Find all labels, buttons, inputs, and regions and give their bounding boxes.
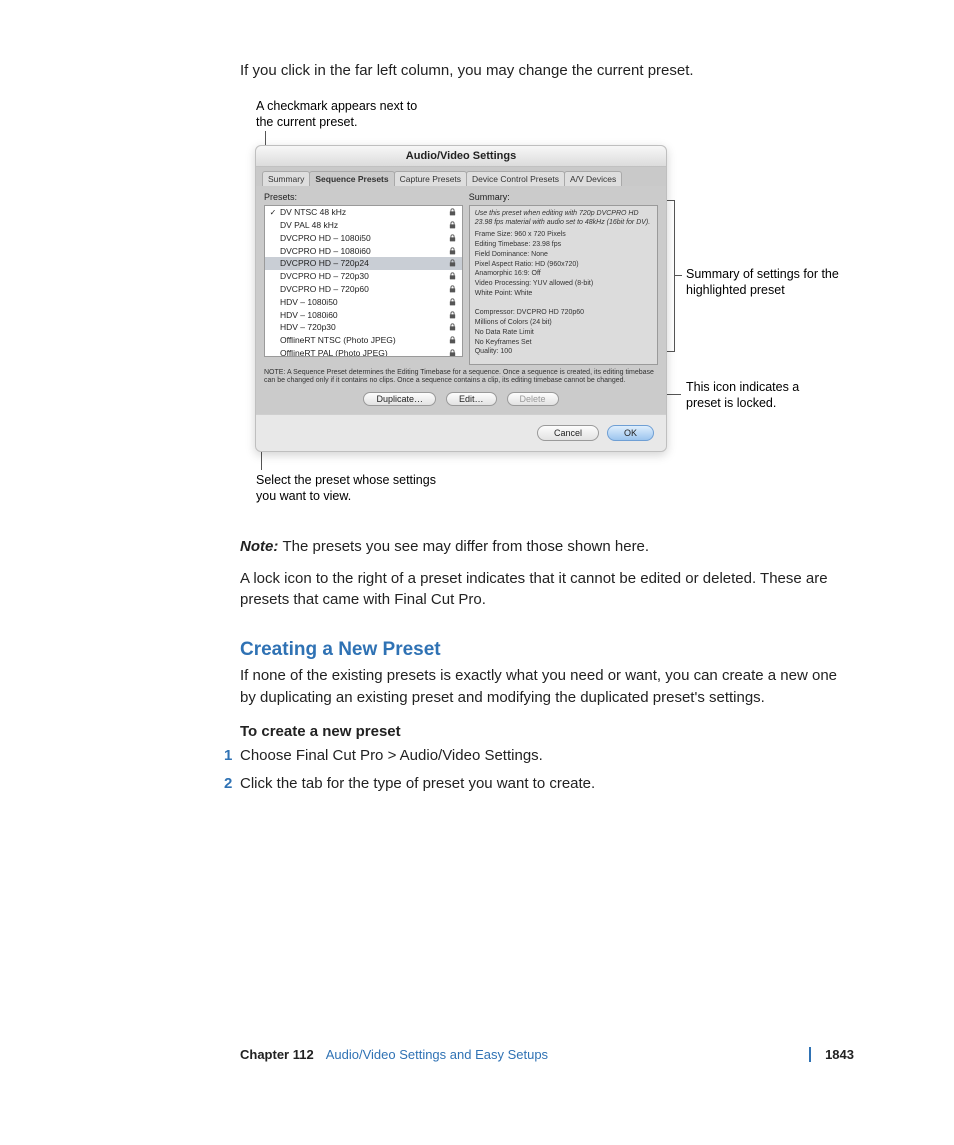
cancel-button[interactable]: Cancel xyxy=(537,425,599,441)
lock-icon xyxy=(449,349,459,357)
lock-icon xyxy=(449,247,459,255)
footer-chapter: Chapter 112 xyxy=(240,1047,314,1062)
callout-top: A checkmark appears next to the current … xyxy=(256,98,426,131)
lock-icon xyxy=(449,311,459,319)
preset-row[interactable]: OfflineRT PAL (Photo JPEG) xyxy=(265,347,462,357)
lock-icon xyxy=(449,285,459,293)
summary-line: Millions of Colors (24 bit) xyxy=(475,319,652,328)
edit-button[interactable]: Edit… xyxy=(446,392,497,406)
preset-row[interactable]: DVCPRO HD – 720p30 xyxy=(265,270,462,283)
dialog-note: NOTE: A Sequence Preset determines the E… xyxy=(264,369,658,386)
tab-bar: SummarySequence PresetsCapture PresetsDe… xyxy=(256,167,666,186)
delete-button: Delete xyxy=(507,392,559,406)
tab-capture-presets[interactable]: Capture Presets xyxy=(394,171,467,186)
intro-text: If you click in the far left column, you… xyxy=(240,60,854,82)
lock-icon xyxy=(449,298,459,306)
summary-box: Use this preset when editing with 720p D… xyxy=(469,205,658,365)
preset-row[interactable]: HDV – 1080i50 xyxy=(265,295,462,308)
tab-a-v-devices[interactable]: A/V Devices xyxy=(564,171,622,186)
dialog-title: Audio/Video Settings xyxy=(256,146,666,167)
footer-page-number: 1843 xyxy=(809,1047,854,1062)
footer-title: Audio/Video Settings and Easy Setups xyxy=(326,1047,548,1062)
summary-line: Video Processing: YUV allowed (8-bit) xyxy=(475,280,652,289)
note-body: The presets you see may differ from thos… xyxy=(283,538,650,555)
duplicate-button[interactable]: Duplicate… xyxy=(363,392,436,406)
preset-name: OfflineRT NTSC (Photo JPEG) xyxy=(278,335,449,345)
page-footer: Chapter 112 Audio/Video Settings and Eas… xyxy=(0,1047,954,1062)
lock-paragraph: A lock icon to the right of a preset ind… xyxy=(240,568,854,612)
task-heading: To create a new preset xyxy=(240,723,854,740)
preset-row[interactable]: DVCPRO HD – 1080i50 xyxy=(265,231,462,244)
preset-row[interactable]: DVCPRO HD – 720p24 xyxy=(265,257,462,270)
lock-icon xyxy=(449,323,459,331)
summary-line xyxy=(475,300,652,309)
preset-name: HDV – 1080i60 xyxy=(278,310,449,320)
preset-name: HDV – 1080i50 xyxy=(278,297,449,307)
summary-line: No Keyframes Set xyxy=(475,339,652,348)
preset-name: OfflineRT PAL (Photo JPEG) xyxy=(278,348,449,357)
summary-line: Field Dominance: None xyxy=(475,251,652,260)
tab-device-control-presets[interactable]: Device Control Presets xyxy=(466,171,565,186)
callout-lock: This icon indicates a preset is locked. xyxy=(686,379,836,412)
callout-line xyxy=(674,275,682,276)
step: 1Choose Final Cut Pro > Audio/Video Sett… xyxy=(240,744,854,768)
preset-name: DV PAL 48 kHz xyxy=(278,220,449,230)
preset-row[interactable]: HDV – 720p30 xyxy=(265,321,462,334)
callout-summary: Summary of settings for the highlighted … xyxy=(686,266,846,299)
step: 2Click the tab for the type of preset yo… xyxy=(240,772,854,796)
preset-row[interactable]: DVCPRO HD – 720p60 xyxy=(265,283,462,296)
summary-line: White Point: White xyxy=(475,290,652,299)
section-paragraph: If none of the existing presets is exact… xyxy=(240,665,854,709)
summary-line: Compressor: DVCPRO HD 720p60 xyxy=(475,309,652,318)
lock-icon xyxy=(449,336,459,344)
summary-label: Summary: xyxy=(469,192,658,202)
presets-list[interactable]: ✓DV NTSC 48 kHzDV PAL 48 kHzDVCPRO HD – … xyxy=(264,205,463,357)
lock-icon xyxy=(449,259,459,267)
lock-icon xyxy=(449,208,459,216)
lock-icon xyxy=(449,221,459,229)
av-settings-dialog: Audio/Video Settings SummarySequence Pre… xyxy=(255,145,667,452)
section-heading: Creating a New Preset xyxy=(240,639,854,661)
preset-row[interactable]: HDV – 1080i60 xyxy=(265,308,462,321)
preset-name: DVCPRO HD – 720p30 xyxy=(278,271,449,281)
summary-line: Quality: 100 xyxy=(475,348,652,357)
steps-list: 1Choose Final Cut Pro > Audio/Video Sett… xyxy=(240,744,854,796)
callout-bottom: Select the preset whose settings you wan… xyxy=(256,472,436,505)
preset-name: DVCPRO HD – 1080i60 xyxy=(278,246,449,256)
presets-label: Presets: xyxy=(264,192,463,202)
preset-row[interactable]: OfflineRT NTSC (Photo JPEG) xyxy=(265,334,462,347)
preset-name: DV NTSC 48 kHz xyxy=(278,207,449,217)
tab-sequence-presets[interactable]: Sequence Presets xyxy=(309,171,394,186)
note-paragraph: Note: The presets you see may differ fro… xyxy=(240,536,854,558)
summary-line: Frame Size: 960 x 720 Pixels xyxy=(475,231,652,240)
preset-name: HDV – 720p30 xyxy=(278,322,449,332)
preset-row[interactable]: DVCPRO HD – 1080i60 xyxy=(265,244,462,257)
bracket-summary xyxy=(666,200,675,352)
summary-line: No Data Rate Limit xyxy=(475,329,652,338)
step-number: 2 xyxy=(224,772,232,796)
lock-icon xyxy=(449,272,459,280)
summary-line: Editing Timebase: 23.98 fps xyxy=(475,241,652,250)
preset-row[interactable]: DV PAL 48 kHz xyxy=(265,219,462,232)
preset-name: DVCPRO HD – 720p24 xyxy=(278,258,449,268)
ok-button[interactable]: OK xyxy=(607,425,654,441)
preset-name: DVCPRO HD – 720p60 xyxy=(278,284,449,294)
lock-icon xyxy=(449,234,459,242)
summary-lead: Use this preset when editing with 720p D… xyxy=(475,210,652,228)
figure: A checkmark appears next to the current … xyxy=(100,100,854,510)
preset-name: DVCPRO HD – 1080i50 xyxy=(278,233,449,243)
tab-summary[interactable]: Summary xyxy=(262,171,310,186)
note-prefix: Note: xyxy=(240,538,278,555)
checkmark-icon: ✓ xyxy=(268,208,278,217)
summary-line: Anamorphic 16:9: Off xyxy=(475,270,652,279)
preset-row[interactable]: ✓DV NTSC 48 kHz xyxy=(265,206,462,219)
summary-line: Pixel Aspect Ratio: HD (960x720) xyxy=(475,261,652,270)
step-number: 1 xyxy=(224,744,232,768)
summary-line xyxy=(475,358,652,365)
